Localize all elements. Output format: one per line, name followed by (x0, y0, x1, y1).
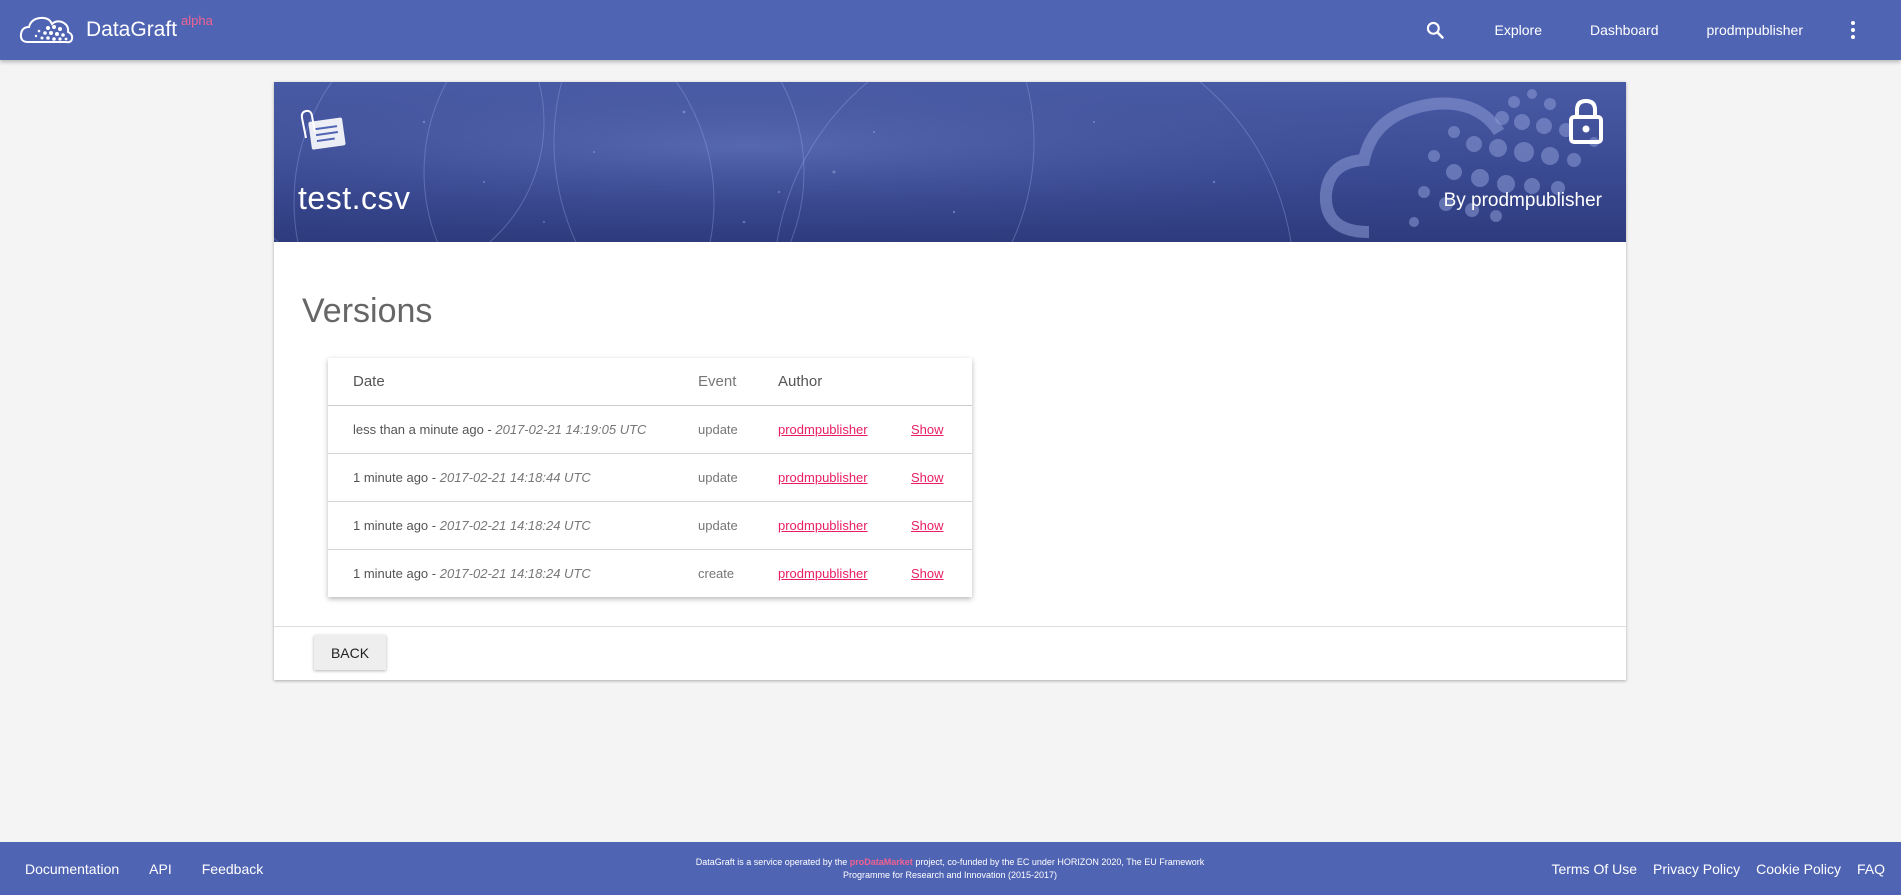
footer: Documentation API Feedback DataGraft is … (0, 842, 1901, 895)
nav-user[interactable]: prodmpublisher (1707, 22, 1804, 38)
footer-notice: DataGraft is a service operated by the p… (680, 856, 1220, 882)
show-version-link[interactable]: Show (911, 470, 944, 485)
versions-heading: Versions (302, 292, 433, 330)
card-divider (274, 626, 1626, 627)
banner-background-art (274, 82, 1626, 242)
column-header-date: Date (328, 358, 698, 406)
brand-name: DataGraft (86, 18, 178, 41)
footer-link-feedback[interactable]: Feedback (202, 861, 263, 877)
versions-table: Date Event Author less than a minute ago… (328, 358, 972, 597)
footer-link-faq[interactable]: FAQ (1857, 861, 1885, 877)
relative-time: 1 minute ago (353, 565, 429, 581)
relative-time: 1 minute ago (353, 517, 429, 533)
table-row: 1 minute ago - 2017-02-21 14:18:24 UTC u… (328, 501, 972, 550)
nav-dashboard[interactable]: Dashboard (1590, 22, 1659, 38)
asset-title: test.csv (298, 180, 411, 216)
table-row: 1 minute ago - 2017-02-21 14:18:44 UTC u… (328, 453, 972, 502)
lock-icon (1569, 98, 1603, 144)
version-date-cell: 1 minute ago - 2017-02-21 14:18:44 UTC (328, 453, 698, 502)
nav-explore[interactable]: Explore (1495, 22, 1542, 38)
search-icon (1426, 21, 1444, 39)
version-event: create (698, 565, 735, 581)
table-row: less than a minute ago - 2017-02-21 14:1… (328, 405, 972, 454)
asset-card: test.csv By prodmpublisher Versions Date… (274, 82, 1626, 680)
file-clip-icon (300, 109, 346, 150)
search-button[interactable] (1421, 16, 1449, 44)
footer-link-privacy[interactable]: Privacy Policy (1653, 861, 1740, 877)
timestamp: 2017-02-21 14:19:05 UTC (495, 421, 647, 437)
more-menu-button[interactable] (1843, 16, 1863, 44)
author-link[interactable]: prodmpublisher (778, 566, 868, 581)
show-version-link[interactable]: Show (911, 566, 944, 581)
date-separator: - (428, 469, 440, 485)
more-vert-icon (1851, 21, 1855, 25)
version-date-cell: 1 minute ago - 2017-02-21 14:18:24 UTC (328, 549, 698, 597)
logo[interactable]: DataGraft alpha (18, 0, 213, 60)
relative-time: less than a minute ago (353, 421, 484, 437)
author-link[interactable]: prodmpublisher (778, 422, 868, 437)
column-header-event: Event (698, 358, 778, 406)
timestamp: 2017-02-21 14:18:24 UTC (439, 517, 591, 533)
show-version-link[interactable]: Show (911, 518, 944, 533)
date-separator: - (428, 517, 440, 533)
asset-banner: test.csv By prodmpublisher (274, 82, 1626, 242)
table-header-row: Date Event Author (328, 358, 972, 406)
version-event: update (698, 453, 778, 502)
date-separator: - (428, 565, 440, 581)
cloud-logo-icon (19, 16, 74, 44)
author-link[interactable]: prodmpublisher (778, 470, 868, 485)
version-event: update (698, 501, 778, 550)
show-version-link[interactable]: Show (911, 422, 944, 437)
brand-alpha-tag: alpha (181, 12, 213, 28)
footer-prodatamarket-link[interactable]: proDataMarket (850, 857, 913, 867)
back-button[interactable]: BACK (314, 635, 386, 670)
version-event: update (698, 405, 778, 454)
timestamp: 2017-02-21 14:18:24 UTC (439, 565, 591, 581)
top-navbar: DataGraft alpha Explore Dashboard prodmp… (0, 0, 1901, 60)
date-separator: - (483, 421, 496, 437)
timestamp: 2017-02-21 14:18:44 UTC (439, 469, 591, 485)
footer-link-cookie[interactable]: Cookie Policy (1756, 861, 1841, 877)
column-header-action (911, 358, 972, 406)
footer-link-documentation[interactable]: Documentation (25, 861, 119, 877)
relative-time: 1 minute ago (353, 469, 429, 485)
asset-owner: By prodmpublisher (1443, 190, 1602, 211)
column-header-author: Author (778, 358, 911, 406)
footer-notice-prefix: DataGraft is a service operated by the (695, 857, 850, 867)
version-date-cell: less than a minute ago - 2017-02-21 14:1… (328, 405, 698, 454)
footer-link-terms[interactable]: Terms Of Use (1551, 861, 1637, 877)
version-date-cell: 1 minute ago - 2017-02-21 14:18:24 UTC (328, 501, 698, 550)
author-link[interactable]: prodmpublisher (778, 518, 868, 533)
table-row: 1 minute ago - 2017-02-21 14:18:24 UTC c… (328, 549, 972, 597)
footer-link-api[interactable]: API (149, 861, 172, 877)
